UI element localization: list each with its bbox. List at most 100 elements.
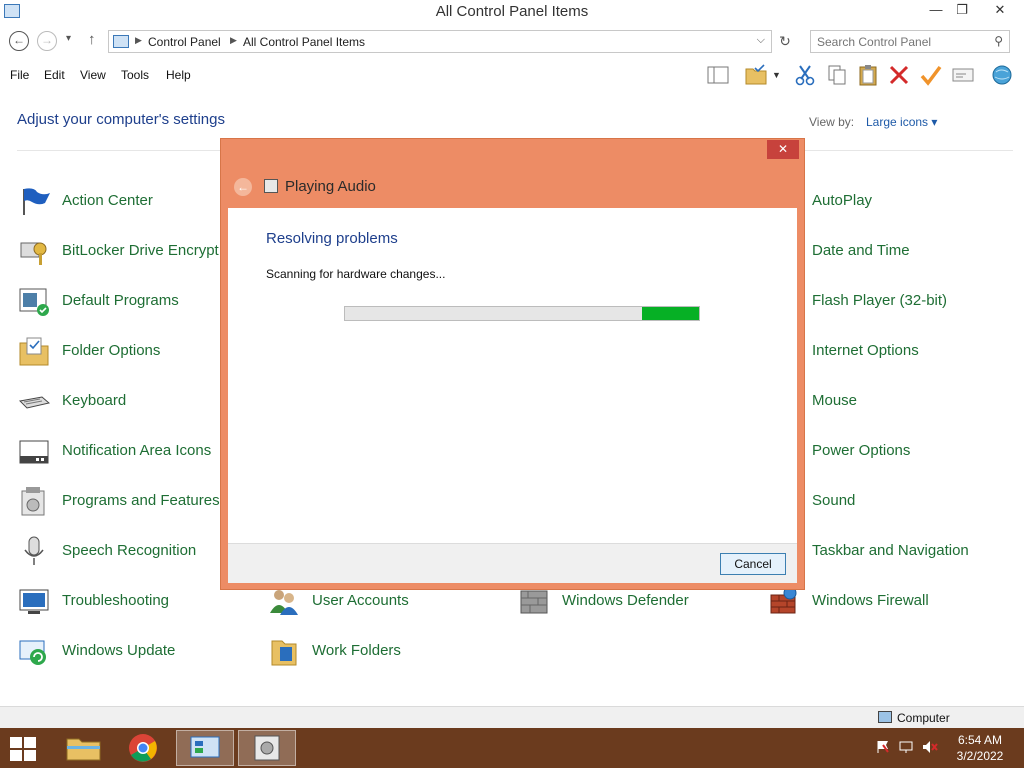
- globe-icon[interactable]: [991, 64, 1013, 86]
- dialog-title: Playing Audio: [285, 178, 376, 195]
- taskbar-control-panel[interactable]: [176, 730, 234, 766]
- paste-icon[interactable]: [857, 64, 879, 86]
- window-title: All Control Panel Items: [435, 3, 589, 20]
- item-label: Windows Firewall: [812, 592, 929, 609]
- taskbar: 6:54 AM 3/2/2022: [0, 728, 1024, 768]
- menu-view[interactable]: View: [80, 68, 106, 82]
- menu-bar: File Edit View Tools Help ▼: [0, 62, 1024, 88]
- cancel-button[interactable]: Cancel: [720, 553, 786, 575]
- troubleshooter-dialog: ✕ ← Playing Audio Resolving problems Sca…: [220, 138, 805, 590]
- item-label: Taskbar and Navigation: [812, 542, 969, 559]
- search-input[interactable]: [817, 34, 987, 50]
- item-label: Folder Options: [62, 342, 161, 359]
- view-by-dropdown[interactable]: Large icons ▾: [866, 115, 937, 129]
- item-label: Notification Area Icons: [62, 442, 212, 459]
- clock-date: 3/2/2022: [956, 749, 1004, 763]
- taskbar-chrome[interactable]: [114, 730, 172, 766]
- maximize-button[interactable]: ❐: [947, 0, 977, 22]
- item-label: BitLocker Drive Encrypt: [62, 242, 219, 259]
- breadcrumb-control-panel[interactable]: Control Panel: [148, 35, 221, 49]
- view-by-label: View by:: [809, 115, 855, 129]
- troubleshooter-icon: [254, 735, 280, 761]
- item-label: AutoPlay: [812, 192, 873, 209]
- windows-update-icon: [18, 635, 50, 667]
- taskbar-troubleshooter[interactable]: [238, 730, 296, 766]
- address-bar[interactable]: ▶ Control Panel ▶ All Control Panel Item…: [108, 30, 772, 53]
- title-bar: All Control Panel Items — ❐ ✕: [0, 0, 1024, 24]
- breadcrumb-all-items[interactable]: All Control Panel Items: [243, 35, 365, 49]
- control-panel-icon: [190, 736, 220, 758]
- item-label: Programs and Features: [62, 492, 220, 509]
- keyboard-icon: [18, 385, 51, 417]
- address-dropdown-icon[interactable]: ⌵: [757, 34, 765, 47]
- item-label: Action Center: [62, 192, 153, 209]
- dialog-back-button[interactable]: ←: [234, 178, 252, 196]
- item-label: Power Options: [812, 442, 911, 459]
- progress-bar-chunk: [642, 307, 699, 320]
- status-location: Computer: [897, 711, 950, 725]
- dialog-close-button[interactable]: ✕: [767, 140, 799, 159]
- delete-icon[interactable]: [888, 64, 910, 86]
- dialog-heading: Resolving problems: [266, 230, 398, 247]
- back-button[interactable]: ←: [9, 31, 29, 51]
- troubleshooter-icon: [264, 179, 278, 193]
- menu-help[interactable]: Help: [166, 68, 191, 82]
- menu-tools[interactable]: Tools: [121, 68, 149, 82]
- close-button[interactable]: ✕: [985, 0, 1015, 22]
- search-box[interactable]: ⚲: [810, 30, 1010, 53]
- item-label: Speech Recognition: [62, 542, 197, 559]
- folder-options-icon: [18, 335, 50, 367]
- item-label: Mouse: [812, 392, 858, 409]
- default-programs-icon: [18, 285, 50, 317]
- check-icon[interactable]: [920, 64, 942, 86]
- item-label: Internet Options: [812, 342, 919, 359]
- clock-time: 6:54 AM: [957, 733, 1003, 747]
- system-clock[interactable]: 6:54 AM 3/2/2022: [948, 732, 1012, 764]
- computer-icon: [878, 711, 892, 723]
- notification-icon: [18, 435, 50, 467]
- copy-icon[interactable]: [826, 64, 848, 86]
- cut-icon[interactable]: [794, 64, 816, 86]
- search-icon[interactable]: ⚲: [994, 34, 1003, 48]
- navigation-bar: ← → ▾ ↑ ▶ Control Panel ▶ All Control Pa…: [0, 28, 1024, 56]
- item-label: Windows Update: [62, 642, 176, 659]
- organize-dropdown-icon[interactable]: ▼: [772, 64, 784, 86]
- dialog-footer: Cancel: [228, 543, 797, 583]
- bitlocker-icon: [18, 235, 50, 267]
- item-label: Flash Player (32-bit): [812, 292, 948, 309]
- item-label: Keyboard: [62, 392, 127, 409]
- item-label: Troubleshooting: [62, 592, 170, 609]
- file-explorer-icon: [66, 738, 101, 761]
- refresh-button[interactable]: ↻: [776, 32, 794, 50]
- item-label: Date and Time: [812, 242, 910, 259]
- start-button[interactable]: [10, 737, 38, 761]
- menu-edit[interactable]: Edit: [44, 68, 65, 82]
- item-label: Work Folders: [312, 642, 401, 659]
- programs-icon: [18, 485, 50, 517]
- work-folders-icon: [268, 635, 300, 667]
- breadcrumb-separator-icon[interactable]: ▶: [230, 35, 237, 46]
- volume-muted-icon[interactable]: [922, 740, 938, 757]
- up-button[interactable]: ↑: [88, 31, 96, 48]
- page-title: Adjust your computer's settings: [17, 111, 225, 128]
- item-label: Sound: [812, 492, 856, 509]
- recent-locations-button[interactable]: ▾: [66, 33, 71, 44]
- folder-options-icon[interactable]: [745, 64, 767, 86]
- action-center-flag-icon[interactable]: [876, 740, 890, 757]
- forward-button[interactable]: →: [37, 31, 57, 51]
- network-icon[interactable]: [899, 740, 913, 757]
- item-label: Windows Defender: [562, 592, 689, 609]
- breadcrumb-separator-icon[interactable]: ▶: [135, 35, 142, 46]
- menu-file[interactable]: File: [10, 68, 29, 82]
- microphone-icon: [18, 535, 50, 567]
- taskbar-file-explorer[interactable]: [54, 730, 112, 766]
- status-bar: Computer: [0, 706, 1024, 728]
- progress-bar: [344, 306, 700, 321]
- item-label: User Accounts: [312, 592, 409, 609]
- flag-icon: [18, 185, 50, 217]
- layout-icon[interactable]: [707, 64, 729, 86]
- control-panel-icon: [113, 35, 129, 48]
- properties-icon[interactable]: [952, 64, 974, 86]
- item-label: Default Programs: [62, 292, 179, 309]
- dialog-body: Resolving problems Scanning for hardware…: [228, 208, 797, 543]
